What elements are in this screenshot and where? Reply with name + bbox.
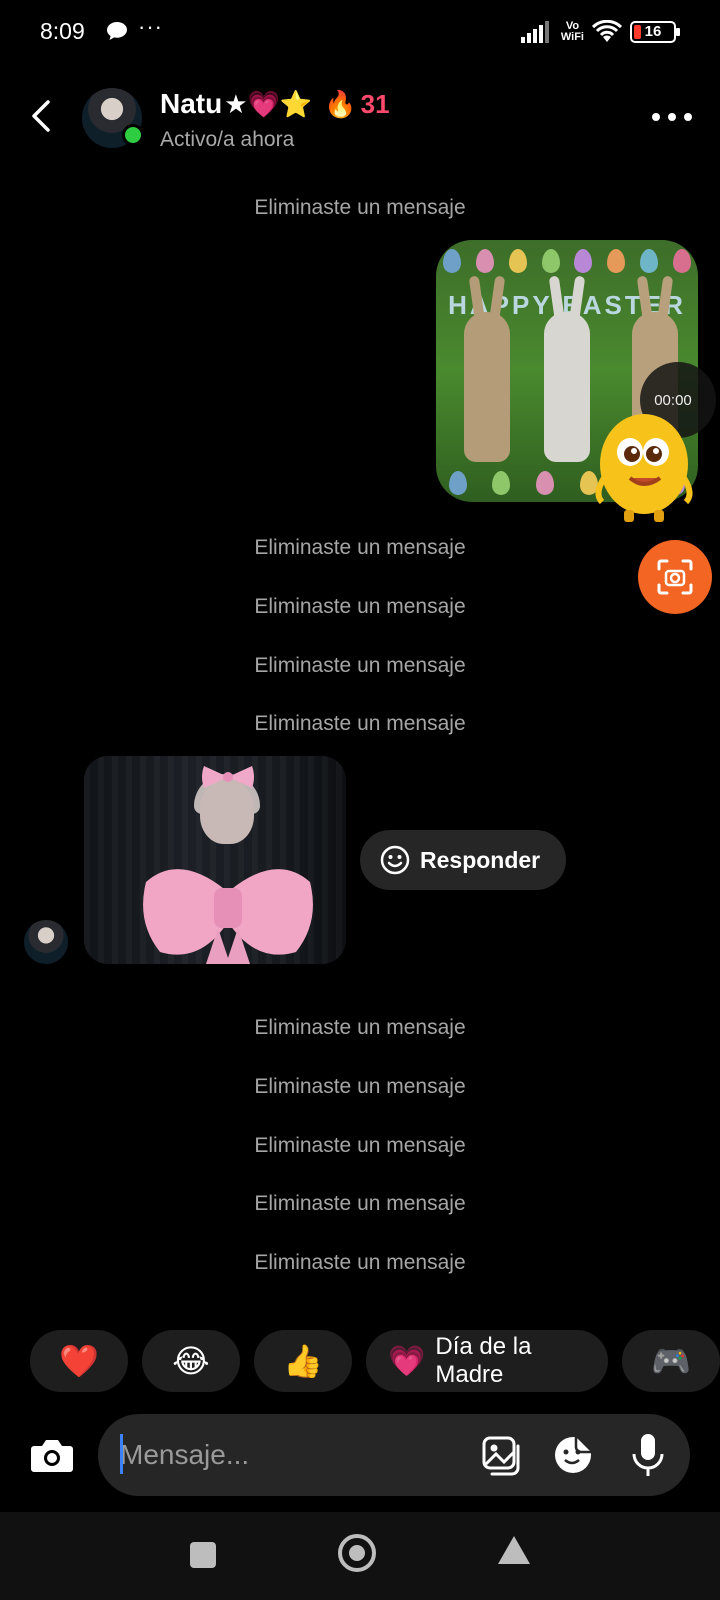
quick-reaction-laugh[interactable]: 😂 [142,1330,240,1392]
quick-reactions-row: ❤️ 😂 👍 💗 Día de la Madre 🎮 [30,1330,720,1392]
back-arrow-icon[interactable] [22,94,62,138]
quick-reaction-thumbs-up[interactable]: 👍 [254,1330,352,1392]
home-icon[interactable] [338,1534,376,1572]
microphone-icon[interactable] [628,1432,668,1478]
quick-reaction-mothers-day[interactable]: 💗 Día de la Madre [366,1330,608,1392]
contact-name: Natu [160,88,223,119]
pink-bow-small [202,766,254,788]
reply-button[interactable]: Responder [360,830,566,890]
deleted-message: Eliminaste un mensaje [254,1075,466,1098]
reply-label: Responder [420,846,541,873]
battery-icon: 16 [630,21,680,43]
name-emojis: ★💗⭐ [224,88,313,119]
sticker-icon[interactable] [552,1434,594,1476]
smiley-icon [380,845,410,875]
message-input[interactable] [120,1434,440,1476]
signal-icon [520,21,549,43]
deleted-message: Eliminaste un mensaje [254,196,466,219]
camera-scan-icon [657,559,693,595]
deleted-message: Eliminaste un mensaje [254,654,466,677]
status-time: 8:09 [40,18,85,44]
text-cursor [120,1434,123,1474]
back-triangle-icon[interactable] [498,1536,530,1564]
status-right-group: Vo WiFi 16 [520,18,680,46]
egg-character-sticker[interactable] [590,398,698,524]
camera-icon[interactable] [26,1430,78,1482]
status-bar: 8:09 ··· Vo WiFi 16 [0,0,720,64]
contact-avatar[interactable] [82,88,144,148]
online-indicator [122,124,144,146]
deleted-message: Eliminaste un mensaje [254,595,466,618]
chat-bubble-icon [107,22,127,40]
gallery-icon[interactable] [480,1434,522,1476]
chat-header: Natu ★💗⭐ 🔥 31 Activo/a ahora [0,80,720,160]
streak-count: 31 [360,88,390,119]
contact-status: Activo/a ahora [160,128,295,151]
deleted-message: Eliminaste un mensaje [254,536,466,559]
quick-reaction-heart[interactable]: ❤️ [30,1330,128,1392]
system-nav-bar [0,1512,720,1600]
deleted-message: Eliminaste un mensaje [254,1192,466,1215]
status-more-icon: ··· [138,14,163,39]
more-options-icon[interactable] [652,102,692,132]
battery-level: 16 [644,23,662,40]
wifi-icon [592,20,622,42]
deleted-message: Eliminaste un mensaje [254,712,466,735]
recent-apps-icon[interactable] [190,1542,216,1568]
deleted-message: Eliminaste un mensaje [254,1016,466,1039]
vowifi-icon: Vo WiFi [561,21,584,43]
message-composer [98,1414,690,1496]
bunny-center [544,312,590,462]
contact-name-row[interactable]: Natu ★💗⭐ 🔥 31 [160,88,390,120]
heart-icon: 💗 [388,1344,426,1378]
streak-badge: 🔥 31 [324,89,389,120]
sender-avatar[interactable] [24,920,68,964]
deleted-message: Eliminaste un mensaje [254,1134,466,1157]
battery-fill [634,25,641,39]
vowifi-bottom: WiFi [560,31,584,43]
received-video-message[interactable] [84,756,346,964]
eggs-top [436,246,698,276]
fire-icon: 🔥 [324,88,357,119]
pink-bow-large [143,869,313,964]
deleted-message: Eliminaste un mensaje [254,1251,466,1274]
mothers-day-label: Día de la Madre [435,1333,532,1388]
quick-reaction-game[interactable]: 🎮 [622,1330,720,1392]
bunny-left [464,312,510,462]
